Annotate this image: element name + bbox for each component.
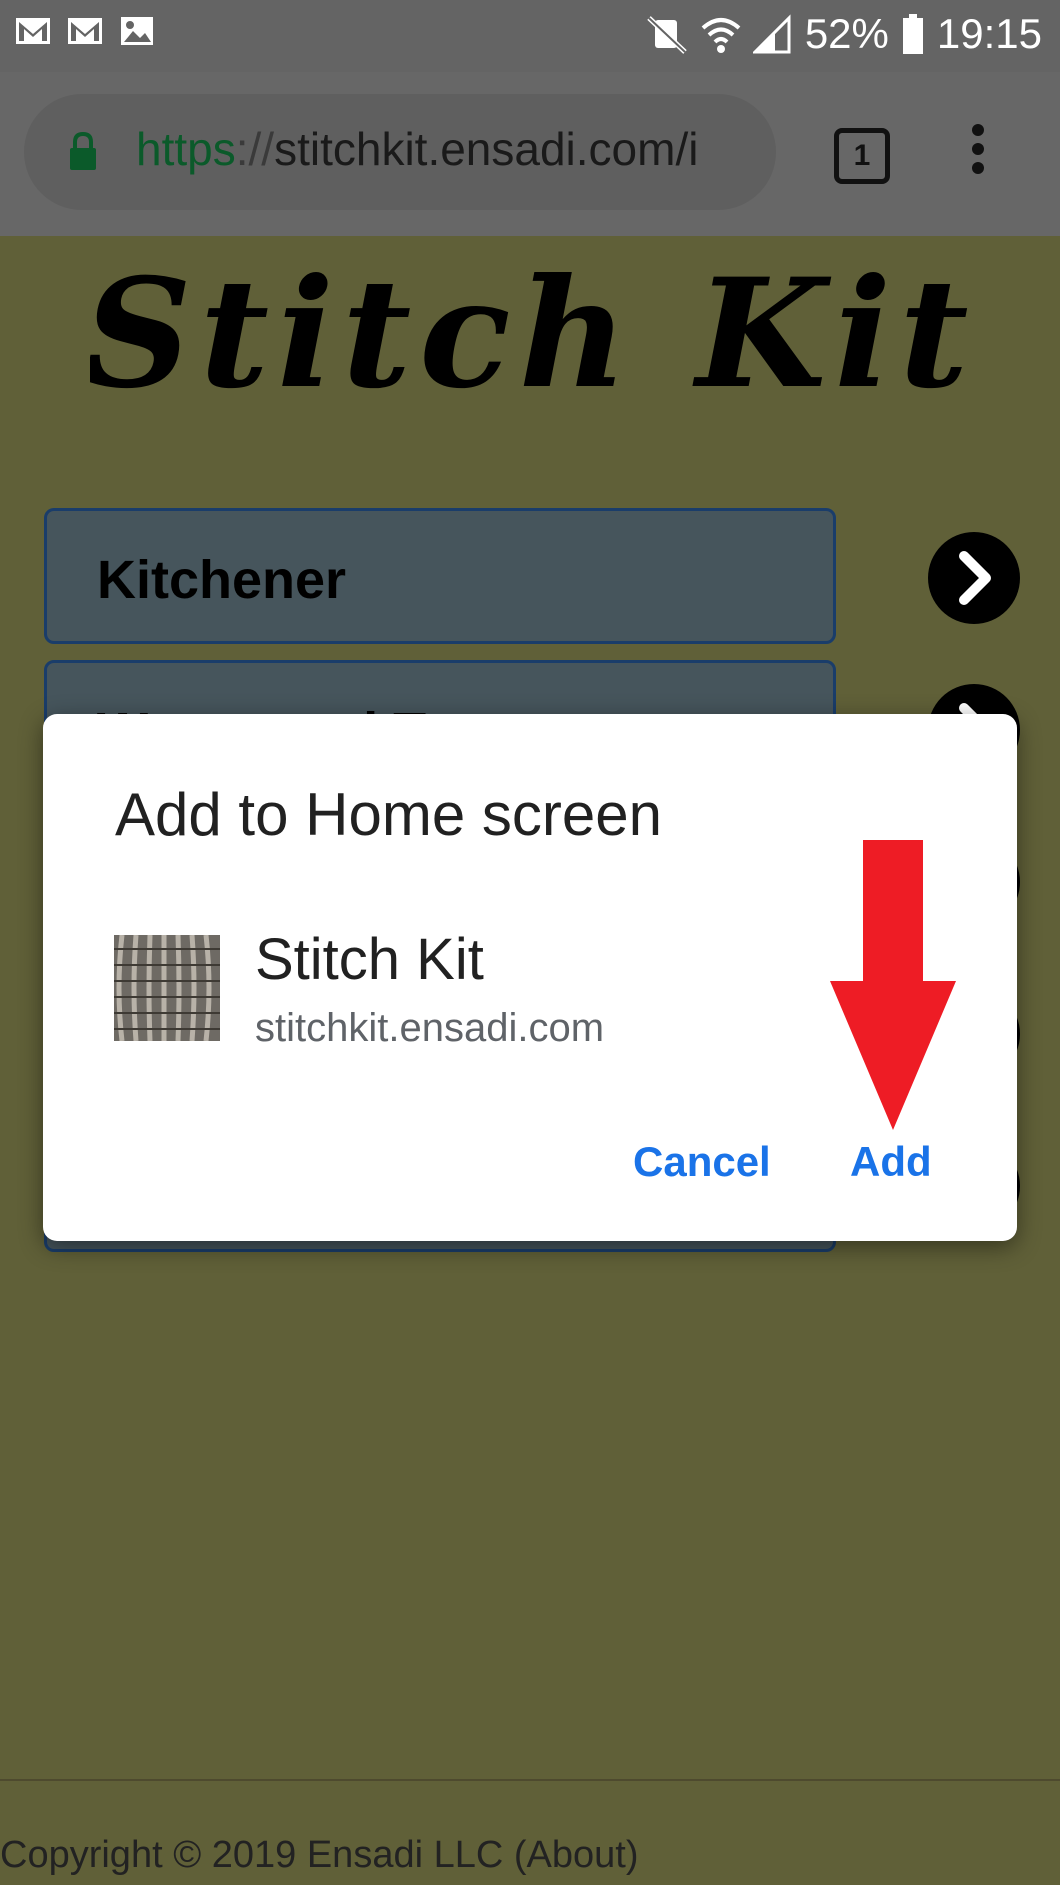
app-origin: stitchkit.ensadi.com: [255, 1006, 605, 1050]
red-arrow-annotation-icon: [830, 840, 956, 1130]
add-button[interactable]: Add: [850, 1138, 932, 1186]
app-thumbnail-image: [114, 935, 220, 1041]
dialog-title: Add to Home screen: [115, 781, 662, 848]
app-name[interactable]: Stitch Kit: [255, 926, 484, 993]
cancel-button[interactable]: Cancel: [633, 1138, 771, 1186]
